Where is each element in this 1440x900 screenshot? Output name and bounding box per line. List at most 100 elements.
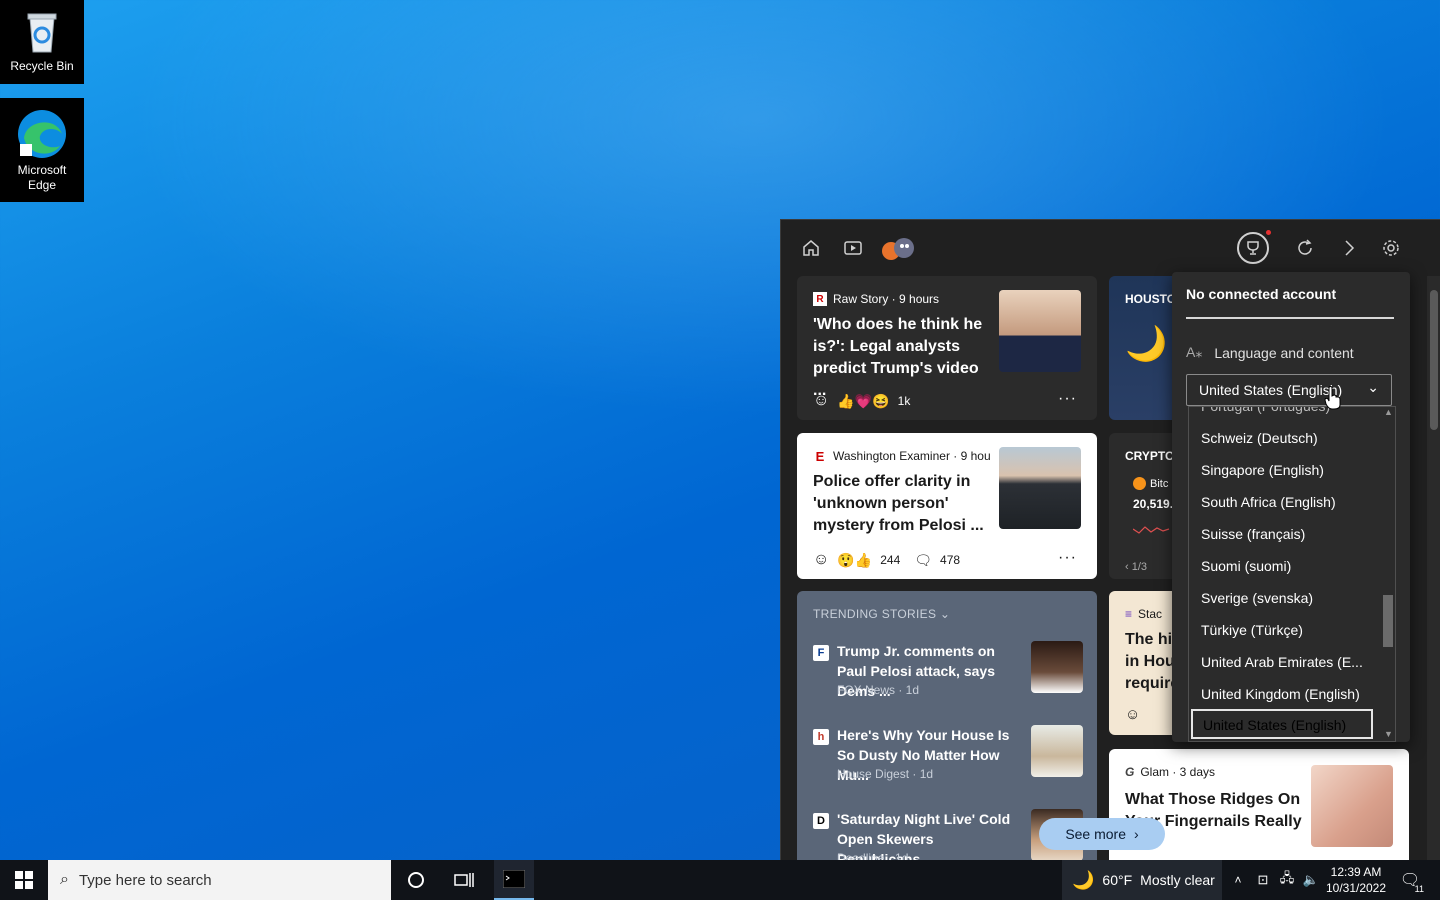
dropdown-option[interactable]: Schweiz (Deutsch): [1201, 430, 1318, 446]
add-reaction-icon[interactable]: ☺: [1125, 706, 1140, 723]
chevron-right-icon[interactable]: [1337, 236, 1361, 260]
notification-count: 11: [1414, 884, 1424, 894]
dropdown-option[interactable]: Suisse (français): [1201, 526, 1305, 542]
washington-examiner-logo-icon: E: [815, 448, 825, 464]
hand-cursor-icon: [1324, 386, 1341, 410]
moon-cloud-icon: 🌙: [1125, 325, 1168, 363]
language-icon: A⁎: [1186, 344, 1203, 360]
clock-date: 10/31/2022: [1325, 881, 1387, 895]
market-dropdown-list[interactable]: Portugal (Português) Schweiz (Deutsch) S…: [1188, 406, 1396, 742]
language-section: A⁎ Language and content: [1186, 344, 1354, 361]
search-placeholder: Type here to search: [78, 871, 212, 889]
more-options-icon[interactable]: ···: [1058, 390, 1077, 408]
chevron-right-icon: ›: [1134, 826, 1139, 842]
edge-label-line1: Microsoft: [17, 163, 67, 177]
refresh-icon[interactable]: [1293, 236, 1317, 260]
reactions-icon: 😲👍: [837, 551, 873, 568]
divider: [1186, 317, 1394, 319]
crypto-pager-label: 1/3: [1131, 561, 1148, 573]
start-button[interactable]: [0, 860, 48, 900]
taskbar-temp: 60°F: [1102, 872, 1133, 888]
card-headline[interactable]: 'Who does he think he is?': Legal analys…: [813, 314, 993, 402]
cortana-icon[interactable]: [396, 860, 436, 900]
card-source: R Raw Story · 9 hours: [813, 292, 939, 306]
stack-logo-icon: ≡: [1125, 607, 1133, 621]
comment-icon[interactable]: 🗨: [914, 552, 932, 569]
dropdown-option-selected[interactable]: United States (English): [1191, 709, 1373, 739]
dropdown-option[interactable]: Singapore (English): [1201, 462, 1324, 478]
market-select[interactable]: United States (English) ⌄: [1186, 374, 1392, 406]
terminal-app-icon[interactable]: [494, 860, 534, 900]
panel-scrollbar[interactable]: [1427, 276, 1440, 861]
more-options-icon[interactable]: ···: [1058, 549, 1077, 567]
chevron-up-icon[interactable]: ˄: [1228, 860, 1248, 900]
network-icon[interactable]: 🖧: [1276, 860, 1298, 900]
weather-widget-button[interactable]: 🌙 60°F Mostly clear: [1062, 860, 1222, 900]
add-reaction-icon[interactable]: ☺: [813, 392, 829, 410]
dropdown-option[interactable]: United Arab Emirates (E...: [1201, 654, 1363, 670]
card-headline[interactable]: Police offer clarity in 'unknown person'…: [813, 471, 993, 537]
trending-thumbnail: [1031, 725, 1083, 777]
add-reaction-icon[interactable]: ☺: [813, 551, 829, 569]
dropdown-option-label: United States (English): [1203, 717, 1347, 733]
recycle-bin-graphic: [27, 13, 57, 53]
recycle-bin-icon[interactable]: Recycle Bin: [0, 0, 84, 84]
edge-label-line2: Edge: [27, 178, 57, 192]
windows-icon: [15, 871, 33, 889]
gear-icon[interactable]: [1379, 236, 1403, 260]
dropdown-option[interactable]: Suomi (suomi): [1201, 558, 1291, 574]
card-source-label: Stac: [1138, 607, 1163, 621]
weather-location: HOUSTO: [1125, 292, 1177, 306]
see-more-button[interactable]: See more ›: [1039, 818, 1165, 850]
chevron-left-icon[interactable]: ‹: [1125, 561, 1129, 573]
meet-now-icon[interactable]: ⊡: [1252, 860, 1274, 900]
trending-item[interactable]: F Trump Jr. comments on Paul Pelosi atta…: [813, 641, 1083, 711]
dropdown-scrollbar-thumb[interactable]: [1383, 595, 1393, 647]
trending-source: FOX News · 1d: [837, 683, 920, 697]
scroll-up-icon[interactable]: ▲: [1384, 407, 1393, 417]
clock[interactable]: 12:39 AM 10/31/2022: [1324, 860, 1388, 900]
card-headline-line: What Those Ridges On: [1125, 791, 1301, 808]
task-view-icon[interactable]: [444, 860, 484, 900]
comments-count: 478: [940, 553, 961, 567]
crypto-title: CRYPTO: [1125, 449, 1175, 463]
trending-thumbnail: [1031, 641, 1083, 693]
video-icon[interactable]: [841, 236, 865, 260]
card-source-label: Washington Examiner · 9 hou: [833, 449, 991, 463]
scroll-down-icon[interactable]: ▼: [1384, 729, 1393, 739]
widgets-topbar: [781, 220, 1440, 276]
reactions-icon: 👍💗😆: [837, 392, 890, 409]
language-label: Language and content: [1214, 344, 1354, 361]
dropdown-option[interactable]: Portugal (Português): [1201, 407, 1330, 414]
taskbar-weather-desc: Mostly clear: [1140, 872, 1215, 888]
crypto-pager[interactable]: ‹ 1/3: [1125, 561, 1147, 573]
dropdown-option[interactable]: Sverige (svenska): [1201, 590, 1313, 606]
dropdown-option[interactable]: Türkiye (Türkçe): [1201, 622, 1303, 638]
reactions-count: 244: [880, 553, 901, 567]
dropdown-option[interactable]: United Kingdom (English): [1201, 686, 1360, 702]
news-card-raw-story[interactable]: R Raw Story · 9 hours 'Who does he think…: [797, 276, 1097, 420]
chevron-down-icon: ⌄: [1367, 379, 1379, 395]
trending-title-label: TRENDING STORIES: [813, 607, 937, 621]
card-source: G Glam · 3 days: [1125, 765, 1215, 779]
panel-scrollbar-thumb[interactable]: [1430, 290, 1438, 430]
reactions-count: 1k: [897, 394, 911, 408]
rewards-badge: [1266, 230, 1271, 235]
taskbar: ⌕ Type here to search 🌙 60°F Mostly clea…: [0, 860, 1440, 900]
clock-time: 12:39 AM: [1330, 865, 1382, 879]
halloween-icon[interactable]: [879, 236, 919, 260]
edge-shortcut[interactable]: Microsoft Edge: [0, 98, 84, 202]
fox-news-logo-icon: F: [813, 645, 829, 661]
volume-icon[interactable]: 🔈: [1300, 860, 1322, 900]
rewards-icon[interactable]: [1237, 230, 1271, 264]
trending-item[interactable]: h Here's Why Your House Is So Dusty No M…: [813, 725, 1083, 795]
taskbar-search-box[interactable]: ⌕ Type here to search: [48, 860, 391, 900]
trending-title[interactable]: TRENDING STORIES ⌄: [813, 607, 950, 621]
news-card-washington-examiner[interactable]: E Washington Examiner · 9 hou Police off…: [797, 433, 1097, 579]
dropdown-option[interactable]: South Africa (English): [1201, 494, 1336, 510]
glam-logo-icon: G: [1125, 765, 1135, 779]
card-thumbnail: [999, 447, 1081, 529]
dropdown-scrollbar[interactable]: ▲ ▼: [1381, 407, 1395, 741]
home-icon[interactable]: [799, 236, 823, 260]
notification-center-button[interactable]: 🗨 11: [1396, 860, 1424, 900]
